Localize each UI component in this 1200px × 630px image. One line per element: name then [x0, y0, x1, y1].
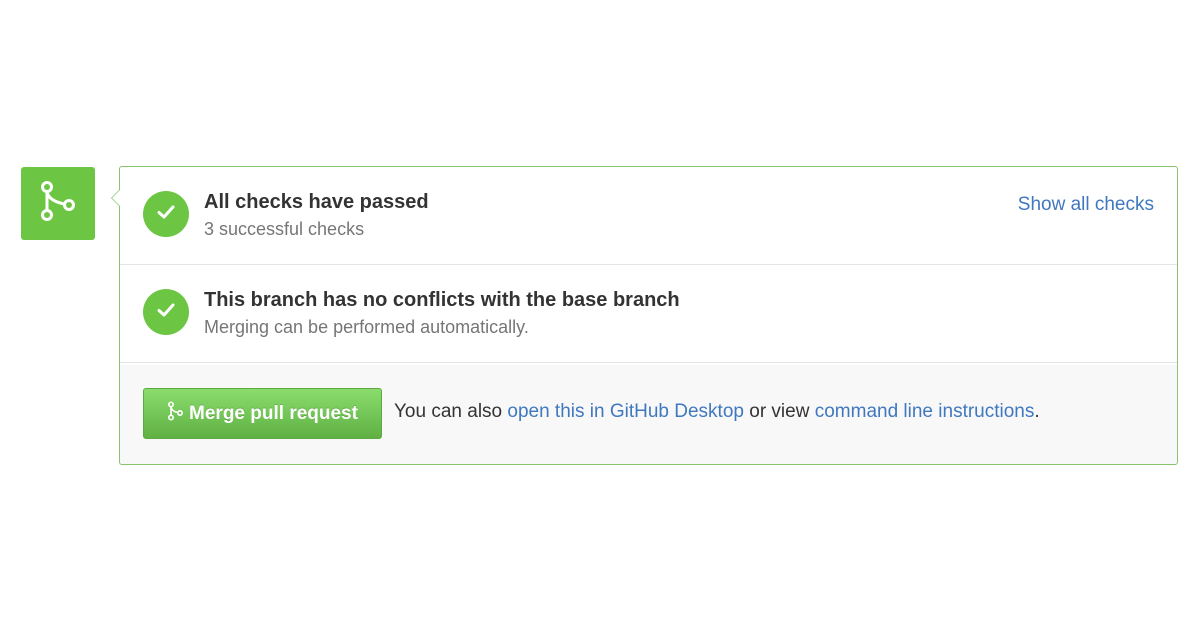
check-icon	[156, 204, 176, 225]
merge-pull-request-button[interactable]: Merge pull request	[143, 388, 382, 439]
git-merge-icon	[167, 400, 184, 427]
conflicts-subtitle: Merging can be performed automatically.	[204, 317, 529, 337]
checks-section: All checks have passed 3 successful chec…	[120, 167, 1177, 265]
conflicts-status-indicator	[143, 289, 189, 335]
merge-button-label: Merge pull request	[189, 402, 358, 424]
box-pointer-fill	[112, 190, 120, 206]
merge-box: All checks have passed 3 successful chec…	[111, 166, 1178, 465]
merge-footer: Merge pull request You can also open thi…	[120, 365, 1177, 464]
checks-subtitle: 3 successful checks	[204, 219, 365, 239]
footer-text-suffix: .	[1034, 401, 1040, 422]
checks-title: All checks have passed	[204, 191, 429, 213]
show-all-checks-link[interactable]: Show all checks	[1018, 194, 1154, 216]
footer-text-middle: or view	[743, 401, 815, 422]
git-merge-icon	[38, 179, 78, 228]
check-icon	[156, 302, 176, 323]
open-in-github-desktop-link[interactable]: open this in GitHub Desktop	[507, 401, 744, 422]
command-line-instructions-link[interactable]: command line instructions	[815, 401, 1035, 422]
conflicts-title: This branch has no conflicts with the ba…	[204, 289, 680, 311]
footer-text-prefix: You can also	[394, 401, 508, 422]
checks-status-indicator	[143, 191, 189, 237]
merge-panel-page: All checks have passed 3 successful chec…	[0, 0, 1200, 630]
merge-status-badge	[21, 167, 95, 240]
merge-alternatives-text: You can also open this in GitHub Desktop…	[394, 401, 1040, 423]
conflicts-section: This branch has no conflicts with the ba…	[120, 265, 1177, 363]
